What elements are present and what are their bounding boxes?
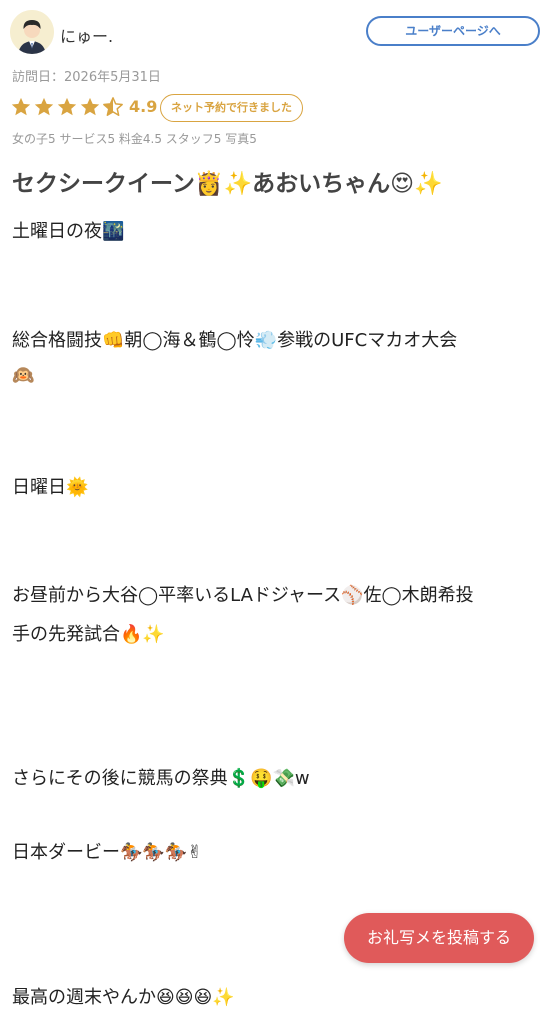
review-line: さらにその後に競馬の祭典💲🤑💸w <box>12 768 310 789</box>
star-icon <box>80 97 100 116</box>
rating-score: 4.9 <box>129 97 158 116</box>
review-line: 手の先発試合🔥✨ <box>12 624 165 645</box>
review-line: お昼前から大谷◯平率いるLAドジャース⚾佐◯木朗希投 <box>12 585 474 606</box>
reservation-badge: ネット予約で行きました <box>160 94 303 122</box>
user-avatar-icon <box>10 10 54 54</box>
review-line: 総合格闘技👊朝◯海＆鶴◯怜💨参戦のUFCマカオ大会 <box>12 330 458 351</box>
review-line: 日本ダービー🏇🏇🏇✌ <box>12 842 203 863</box>
star-icon <box>34 97 54 116</box>
sub-scores: 女の子5 サービス5 料金4.5 スタッフ5 写真5 <box>12 132 257 146</box>
review-header: にゅー. ユーザーページへ <box>10 10 543 54</box>
half-star-icon <box>103 97 123 116</box>
star-icon <box>11 97 31 116</box>
user-page-button[interactable]: ユーザーページへ <box>366 16 540 46</box>
post-photo-button[interactable]: お礼写メを投稿する <box>344 913 534 963</box>
review-line: 土曜日の夜🌃 <box>12 221 125 242</box>
visit-date: 訪問日：2026年5月31日 <box>12 70 161 85</box>
username[interactable]: にゅー. <box>60 23 113 47</box>
review-line: 最高の週末やんか😆😆😆✨ <box>12 987 235 1008</box>
star-icon <box>57 97 77 116</box>
avatar[interactable] <box>10 10 54 54</box>
review-line: 🙉 <box>12 365 35 386</box>
review-title: セクシークイーン👸✨あおいちゃん😍✨ <box>12 171 443 197</box>
review-line: 日曜日🌞 <box>12 477 89 498</box>
rating-row: 4.9 ネット予約で行きました <box>10 94 543 122</box>
